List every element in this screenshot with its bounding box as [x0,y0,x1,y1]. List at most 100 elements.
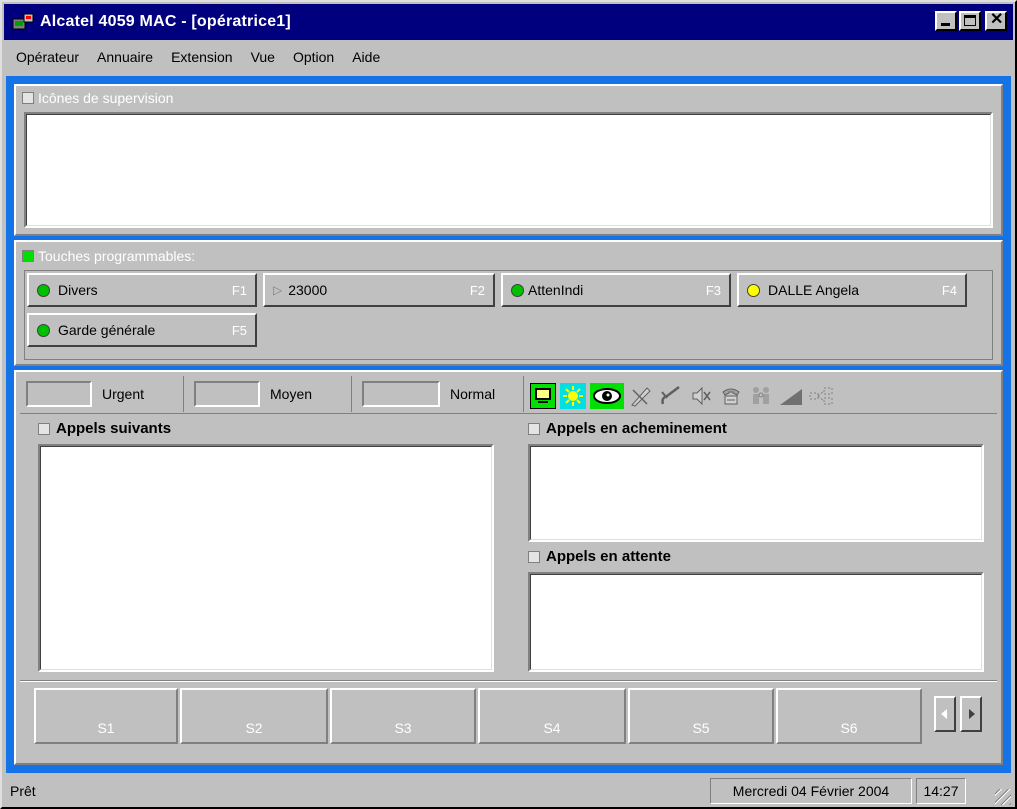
workspace-frame: Icônes de supervision Touches programmab… [6,76,1011,773]
status-date: Mercredi 04 Février 2004 [710,777,912,804]
softkey-s3[interactable]: S3 [330,688,476,744]
softkey-s5[interactable]: S5 [628,688,774,744]
softkeys-next-button[interactable] [960,696,982,732]
close-button[interactable]: ✕ [985,11,1007,31]
play-triangle-icon: ▷ [273,283,283,297]
supervision-area[interactable] [24,112,993,228]
priority-label: Urgent [102,386,145,402]
softkeys-separator [20,680,997,682]
fkey-number: F5 [231,322,247,338]
menu-operateur[interactable]: Opérateur [4,49,87,65]
next-calls-list[interactable] [38,444,494,672]
resize-grip-icon[interactable] [995,789,1011,805]
fkey-f5[interactable]: Garde générale F5 [27,313,257,347]
speaker-mute-icon[interactable] [688,383,714,409]
routing-calls-title: Appels en acheminement [546,420,727,437]
fkey-f4[interactable]: DALLE Angela F4 [737,273,967,307]
maximize-button[interactable] [959,11,981,31]
green-led-icon [37,283,50,297]
fkey-f3[interactable]: AttenIndi F3 [501,273,731,307]
priority-urgent-counter [26,381,92,407]
softkey-label: S3 [394,720,412,736]
waiting-calls-list[interactable] [528,572,984,672]
priority-urgent[interactable]: Urgent [22,376,184,412]
waiting-calls-checkbox[interactable] [528,550,540,563]
fkey-number: F1 [231,282,247,298]
maximize-icon [964,15,976,26]
eye-icon[interactable] [590,383,624,409]
menu-option[interactable]: Option [283,49,342,65]
fkey-label: 23000 [288,282,328,298]
softkey-s1[interactable]: S1 [34,688,178,744]
routing-calls-checkbox[interactable] [528,422,540,435]
menu-vue[interactable]: Vue [241,49,283,65]
handset-check-icon[interactable] [658,383,684,409]
fkey-number: F4 [941,282,957,298]
priority-label: Moyen [270,386,313,402]
fkey-number: F2 [469,282,485,298]
priority-moyen-counter [194,381,260,407]
softkey-label: S5 [692,720,710,736]
close-icon: ✕ [990,11,1004,28]
menu-extension[interactable]: Extension [161,49,240,65]
priority-normal[interactable]: Normal [358,376,524,412]
priority-normal-counter [362,381,440,407]
priority-bar: Urgent Moyen Normal [20,374,997,414]
pen-cross-icon[interactable] [628,383,654,409]
network-icon[interactable] [808,383,834,409]
function-keys-group: Divers F1 ▷ 23000 F2 AttenIndi F3 DALLE … [24,270,993,360]
people-icon[interactable] [748,383,774,409]
fkey-label: Divers [58,282,98,298]
supervision-checkbox[interactable] [22,92,34,104]
green-led-icon [37,323,50,337]
phone-transfer-icon[interactable] [718,383,744,409]
function-keys-panel: Touches programmables: Divers F1 ▷ 23000… [14,240,1003,366]
next-calls-title: Appels suivants [56,420,172,437]
minimize-icon [941,23,950,26]
function-keys-label: Touches programmables: [38,248,196,264]
arrow-right-icon [969,709,975,719]
next-calls-checkbox[interactable] [38,422,50,435]
status-text: Prêt [10,782,36,799]
softkey-label: S6 [840,720,858,736]
softkey-label: S1 [97,720,115,736]
routing-calls-list[interactable] [528,444,984,542]
softkeys-prev-button[interactable] [934,696,956,732]
fkey-number: F3 [705,282,721,298]
softkey-s6[interactable]: S6 [776,688,922,744]
menu-bar: Opérateur Annuaire Extension Vue Option … [4,42,1013,72]
supervision-label: Icônes de supervision [38,90,174,106]
fkey-label: AttenIndi [528,282,584,298]
fkey-f2[interactable]: ▷ 23000 F2 [263,273,495,307]
status-toolbar [530,381,838,411]
signal-icon[interactable] [778,383,804,409]
priority-label: Normal [450,386,496,402]
main-window: Alcatel 4059 MAC - [opératrice1] ✕ Opéra… [0,0,1017,809]
routing-calls-header: Appels en acheminement [528,420,727,437]
title-bar[interactable]: Alcatel 4059 MAC - [opératrice1] ✕ [4,4,1013,40]
menu-annuaire[interactable]: Annuaire [87,49,161,65]
fkey-label: Garde générale [58,322,156,338]
yellow-led-icon [747,283,760,297]
sun-icon[interactable] [560,383,586,409]
arrow-left-icon [941,709,947,719]
supervision-panel: Icônes de supervision [14,84,1003,236]
fkey-label: DALLE Angela [768,282,860,298]
softkey-s2[interactable]: S2 [180,688,328,744]
softkey-s4[interactable]: S4 [478,688,626,744]
softkey-label: S2 [245,720,263,736]
minimize-button[interactable] [935,11,957,31]
waiting-calls-header: Appels en attente [528,548,671,565]
softkey-label: S4 [543,720,561,736]
app-icon[interactable] [12,11,34,33]
calls-panel: Urgent Moyen Normal Appels suivants Appe… [14,370,1003,765]
fkey-f1[interactable]: Divers F1 [27,273,257,307]
status-time: 14:27 [916,777,966,804]
next-calls-header: Appels suivants [38,420,171,437]
window-title: Alcatel 4059 MAC - [opératrice1] [40,13,291,30]
priority-moyen[interactable]: Moyen [190,376,352,412]
waiting-calls-title: Appels en attente [546,548,672,565]
monitor-icon[interactable] [530,383,556,409]
menu-aide[interactable]: Aide [342,49,388,65]
function-keys-status-icon [22,250,34,262]
